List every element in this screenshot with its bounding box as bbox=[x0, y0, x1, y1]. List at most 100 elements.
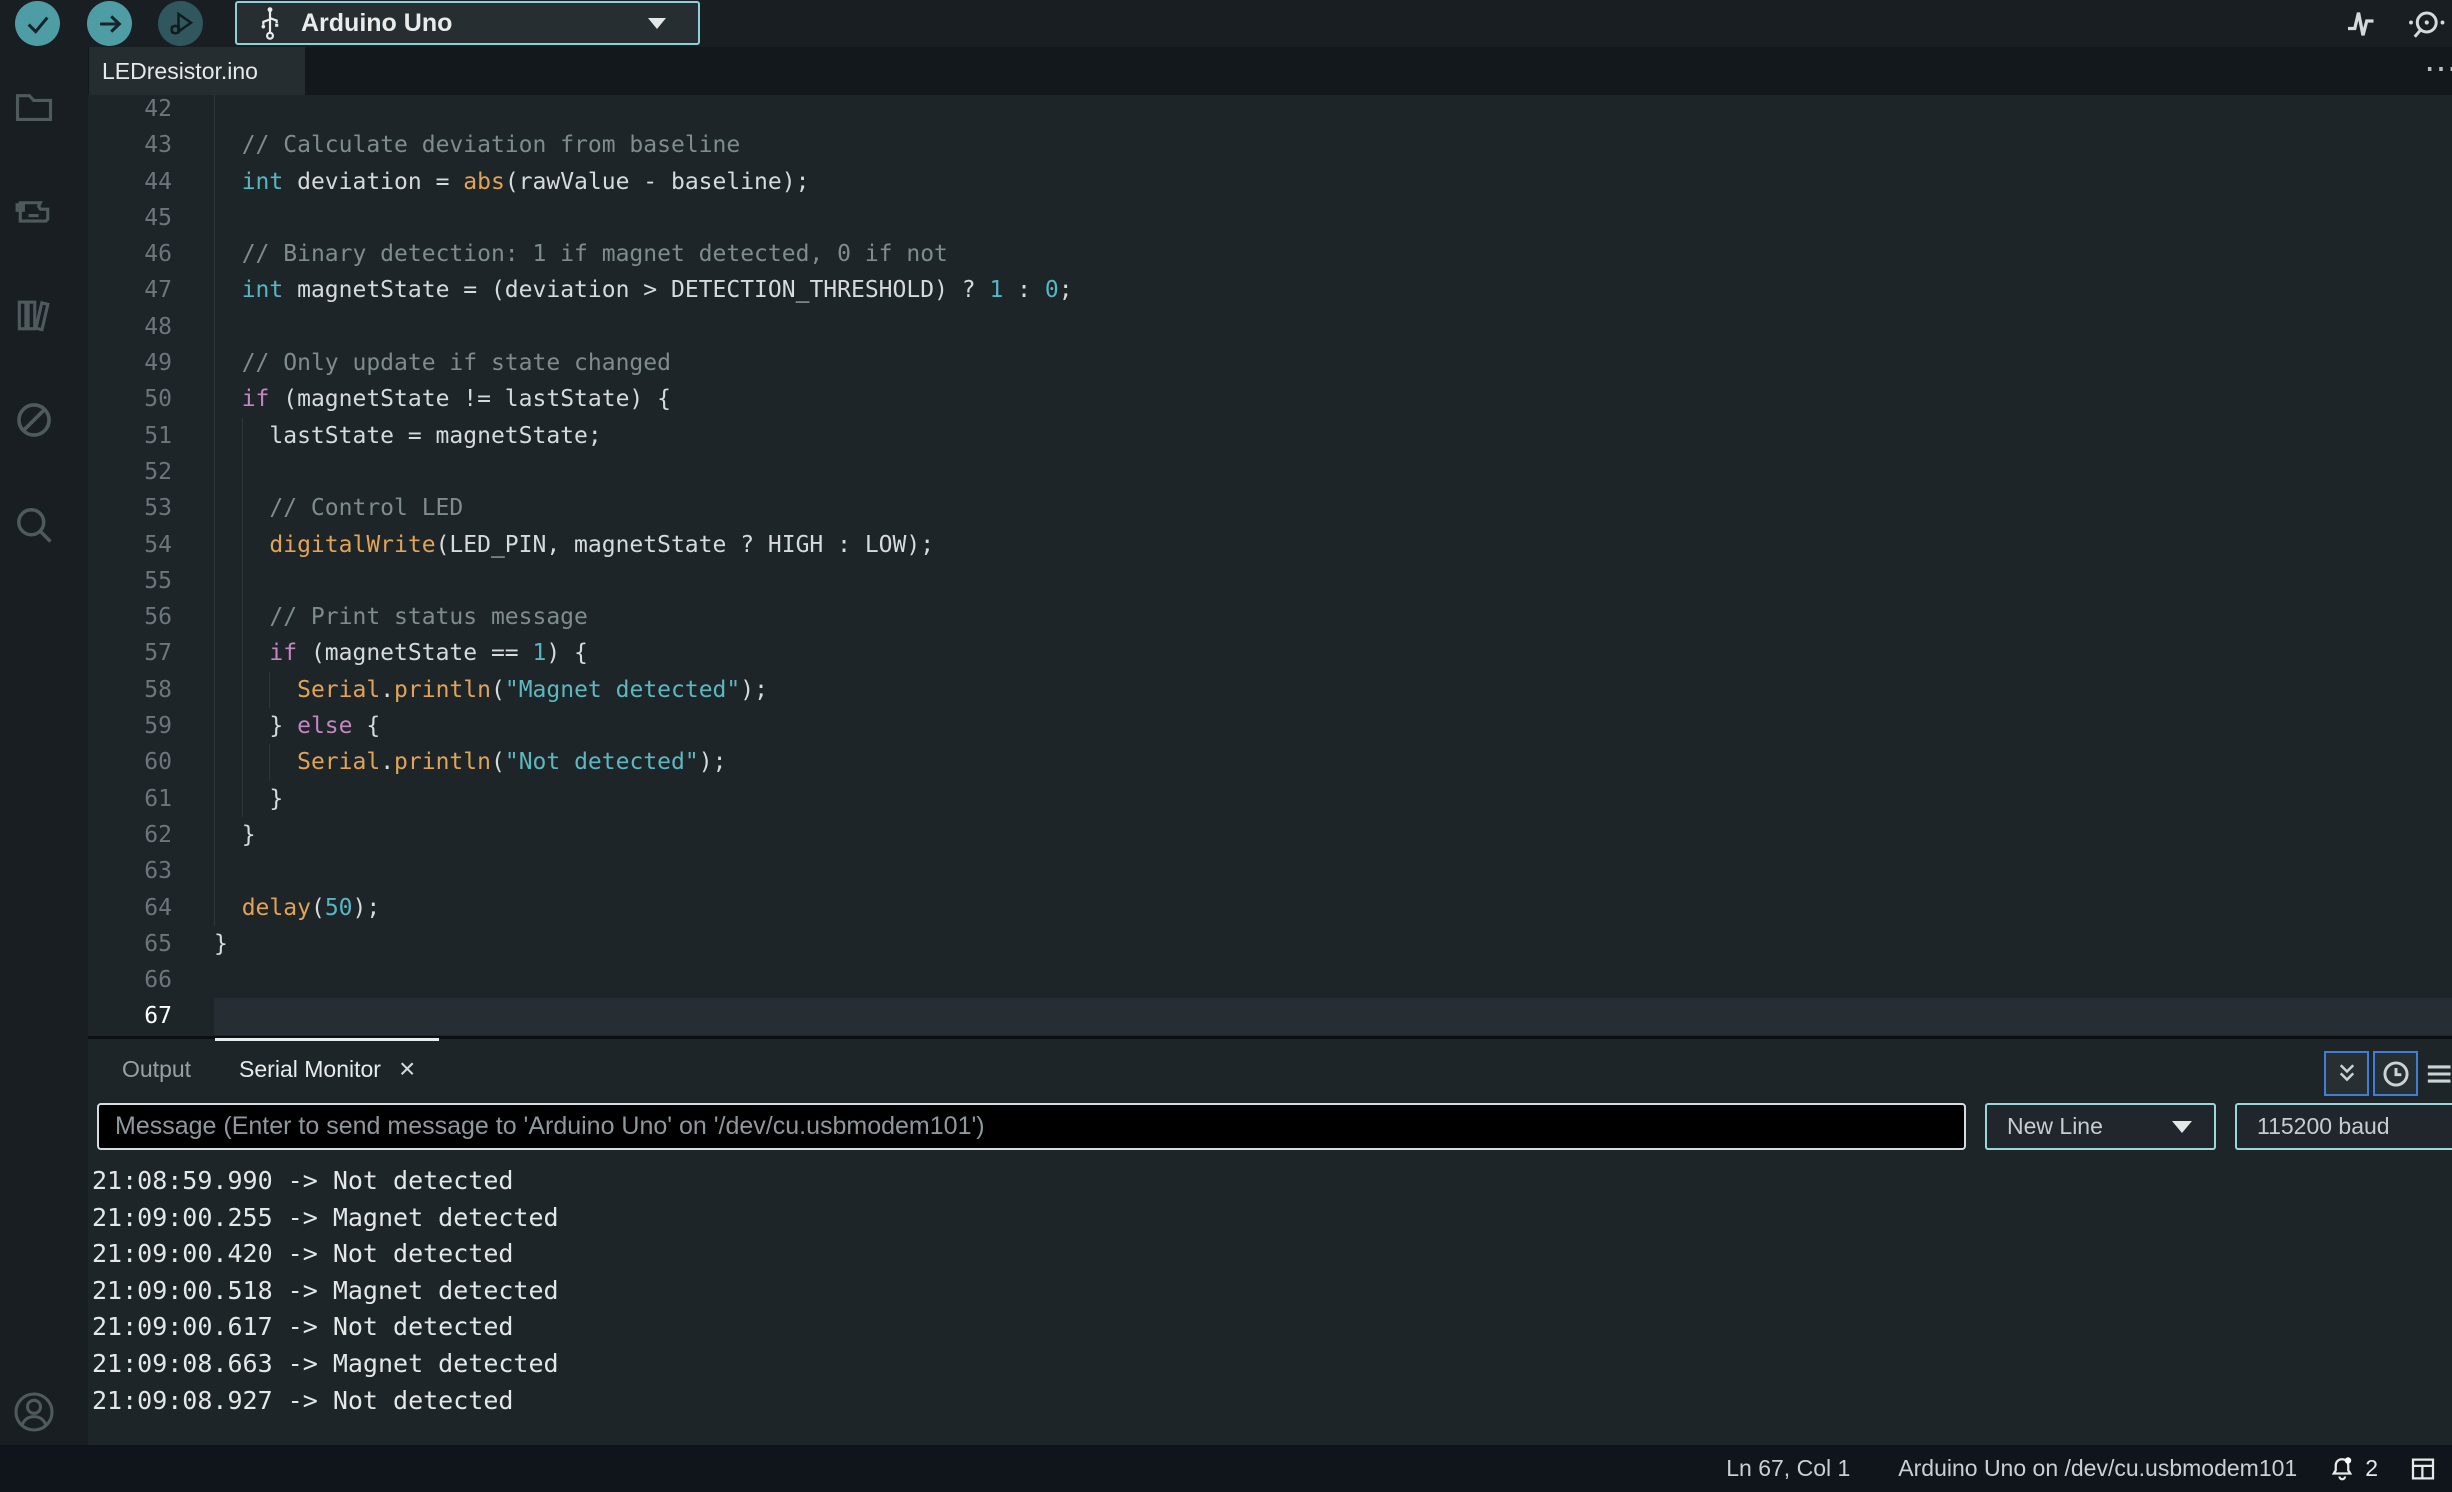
code-line[interactable]: 45 bbox=[88, 200, 2452, 236]
code-text: int deviation = abs(rawValue - baseline)… bbox=[214, 164, 2452, 200]
tab-serial-monitor[interactable]: Serial Monitor × bbox=[215, 1039, 439, 1099]
code-line[interactable]: 54 digitalWrite(LED_PIN, magnetState ? H… bbox=[88, 527, 2452, 563]
sidebar-item-account[interactable] bbox=[12, 1390, 56, 1434]
sidebar-item-boards-manager[interactable] bbox=[12, 189, 56, 233]
serial-plotter-icon[interactable] bbox=[2342, 6, 2378, 42]
code-line[interactable]: 51 lastState = magnetState; bbox=[88, 418, 2452, 454]
usb-icon bbox=[255, 6, 285, 40]
timestamp-toggle[interactable] bbox=[2373, 1051, 2418, 1096]
code-line[interactable]: 67 bbox=[88, 998, 2452, 1034]
check-icon bbox=[24, 10, 52, 38]
sidebar-item-debug[interactable] bbox=[12, 398, 56, 442]
debug-button[interactable] bbox=[158, 1, 203, 46]
line-number: 63 bbox=[88, 853, 214, 889]
bottom-panel: Output Serial Monitor × bbox=[88, 1036, 2452, 1445]
autoscroll-toggle[interactable] bbox=[2324, 1051, 2369, 1096]
line-number: 57 bbox=[88, 635, 214, 671]
indent-guide bbox=[214, 309, 215, 345]
code-line[interactable]: 65} bbox=[88, 926, 2452, 962]
code-text: // Print status message bbox=[214, 599, 2452, 635]
code-editor[interactable]: 4243 // Calculate deviation from baselin… bbox=[88, 95, 2452, 1036]
code-line[interactable]: 44 int deviation = abs(rawValue - baseli… bbox=[88, 164, 2452, 200]
serial-output-line: 21:09:00.518 -> Magnet detected bbox=[92, 1273, 2452, 1310]
line-number: 51 bbox=[88, 418, 214, 454]
code-text bbox=[214, 962, 2452, 998]
indent-guide bbox=[214, 563, 215, 599]
code-line[interactable]: 46 // Binary detection: 1 if magnet dete… bbox=[88, 236, 2452, 272]
code-text: delay(50); bbox=[214, 890, 2452, 926]
debug-play-icon bbox=[166, 9, 196, 39]
code-text: Serial.println("Magnet detected"); bbox=[214, 672, 2452, 708]
board-selector[interactable]: Arduino Uno bbox=[235, 1, 700, 45]
indent-guide bbox=[214, 744, 215, 780]
code-line[interactable]: 64 delay(50); bbox=[88, 890, 2452, 926]
baud-rate-dropdown[interactable]: 115200 baud bbox=[2235, 1103, 2452, 1150]
board-connection-status[interactable]: Arduino Uno on /dev/cu.usbmodem101 bbox=[1898, 1455, 2297, 1482]
folder-icon bbox=[12, 85, 56, 129]
line-ending-dropdown[interactable]: New Line bbox=[1985, 1103, 2216, 1150]
verify-button[interactable] bbox=[15, 1, 60, 46]
code-line[interactable]: 48 bbox=[88, 309, 2452, 345]
panel-layout-icon[interactable] bbox=[2408, 1454, 2438, 1484]
code-line[interactable]: 43 // Calculate deviation from baseline bbox=[88, 127, 2452, 163]
code-line[interactable]: 58 Serial.println("Magnet detected"); bbox=[88, 672, 2452, 708]
tab-output[interactable]: Output bbox=[98, 1039, 215, 1099]
board-icon bbox=[12, 189, 56, 233]
code-line[interactable]: 60 Serial.println("Not detected"); bbox=[88, 744, 2452, 780]
line-number: 58 bbox=[88, 672, 214, 708]
code-line[interactable]: 56 // Print status message bbox=[88, 599, 2452, 635]
serial-output[interactable]: 21:08:59.990 -> Not detected21:09:00.255… bbox=[88, 1163, 2452, 1445]
code-text: Serial.println("Not detected"); bbox=[214, 744, 2452, 780]
upload-button[interactable] bbox=[87, 1, 132, 46]
line-number: 50 bbox=[88, 381, 214, 417]
code-line[interactable]: 47 int magnetState = (deviation > DETECT… bbox=[88, 272, 2452, 308]
indent-guide bbox=[269, 744, 270, 780]
code-line[interactable]: 59 } else { bbox=[88, 708, 2452, 744]
code-text: lastState = magnetState; bbox=[214, 418, 2452, 454]
code-line[interactable]: 61 } bbox=[88, 781, 2452, 817]
library-icon bbox=[12, 293, 56, 337]
indent-guide bbox=[214, 527, 215, 563]
indent-guide bbox=[214, 781, 215, 817]
sidebar-item-sketchbook[interactable] bbox=[12, 85, 56, 129]
sidebar-item-library-manager[interactable] bbox=[12, 293, 56, 337]
serial-output-line: 21:09:00.420 -> Not detected bbox=[92, 1236, 2452, 1273]
code-line[interactable]: 53 // Control LED bbox=[88, 490, 2452, 526]
code-line[interactable]: 57 if (magnetState == 1) { bbox=[88, 635, 2452, 671]
code-line[interactable]: 62 } bbox=[88, 817, 2452, 853]
log-menu-icon[interactable] bbox=[2422, 1051, 2452, 1096]
arrow-right-icon bbox=[96, 10, 124, 38]
serial-output-line: 21:09:00.255 -> Magnet detected bbox=[92, 1200, 2452, 1237]
sidebar-item-search[interactable] bbox=[12, 503, 56, 547]
indent-guide bbox=[242, 490, 243, 526]
indent-guide bbox=[214, 127, 215, 163]
indent-guide bbox=[214, 890, 215, 926]
code-lines: 4243 // Calculate deviation from baselin… bbox=[88, 95, 2452, 1035]
serial-monitor-icon[interactable] bbox=[2406, 6, 2446, 42]
tab-more-button[interactable]: ⋯ bbox=[2424, 49, 2452, 89]
indent-guide bbox=[214, 200, 215, 236]
search-icon bbox=[12, 503, 56, 547]
notifications[interactable]: 2 bbox=[2327, 1454, 2378, 1484]
code-line[interactable]: 42 bbox=[88, 95, 2452, 127]
code-line[interactable]: 49 // Only update if state changed bbox=[88, 345, 2452, 381]
code-line[interactable]: 66 bbox=[88, 962, 2452, 998]
arduino-ide-window: Arduino Uno bbox=[0, 0, 2452, 1492]
indent-guide bbox=[214, 708, 215, 744]
line-number: 42 bbox=[88, 95, 214, 127]
tab-ledresistor-ino[interactable]: LEDresistor.ino bbox=[89, 47, 305, 95]
tab-label: LEDresistor.ino bbox=[102, 58, 258, 85]
code-text: // Only update if state changed bbox=[214, 345, 2452, 381]
line-number: 46 bbox=[88, 236, 214, 272]
code-line[interactable]: 52 bbox=[88, 454, 2452, 490]
code-line[interactable]: 63 bbox=[88, 853, 2452, 889]
indent-guide bbox=[214, 418, 215, 454]
indent-guide bbox=[214, 345, 215, 381]
code-line[interactable]: 50 if (magnetState != lastState) { bbox=[88, 381, 2452, 417]
cursor-position[interactable]: Ln 67, Col 1 bbox=[1726, 1455, 1850, 1482]
code-text bbox=[214, 200, 2452, 236]
serial-message-input[interactable] bbox=[97, 1103, 1966, 1150]
close-icon[interactable]: × bbox=[399, 1053, 415, 1085]
code-text bbox=[214, 853, 2452, 889]
code-line[interactable]: 55 bbox=[88, 563, 2452, 599]
